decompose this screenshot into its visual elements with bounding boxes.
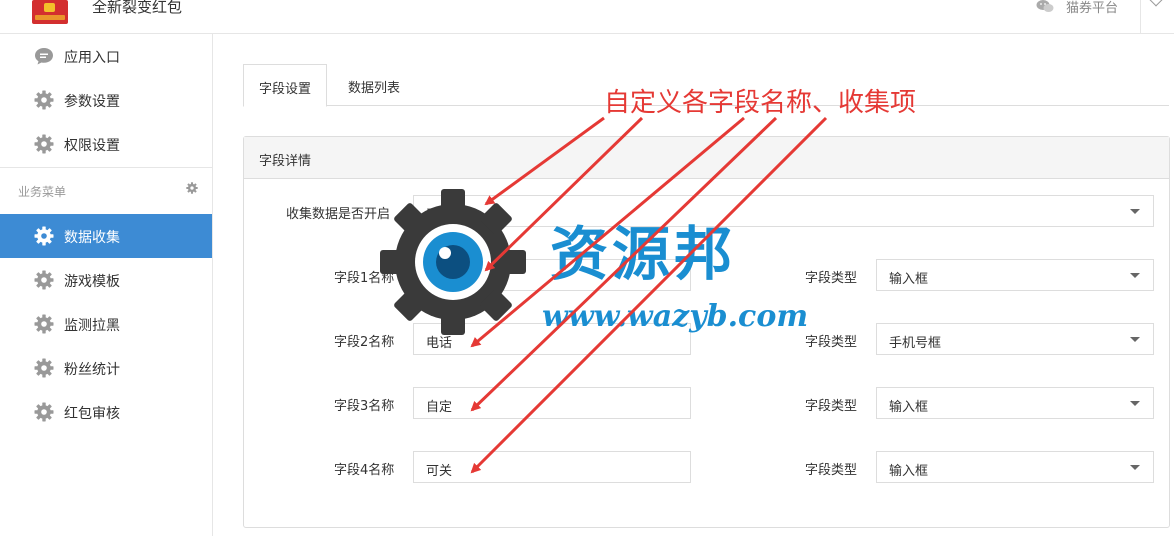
collect-enabled-select[interactable]: 开启 bbox=[413, 195, 1154, 227]
field3-type-label: 字段类型 bbox=[805, 399, 858, 414]
gear-icon[interactable] bbox=[186, 182, 198, 194]
field1-name-label: 字段1名称 bbox=[334, 271, 395, 286]
platform-label: 猫券平台 bbox=[1066, 1, 1119, 16]
field3-type-select[interactable]: 输入框 bbox=[876, 387, 1154, 419]
sidebar-item-game-templates[interactable]: 游戏模板 bbox=[0, 258, 212, 302]
field2-type-label: 字段类型 bbox=[805, 335, 858, 350]
section-title: 业务菜单 bbox=[18, 185, 67, 199]
sidebar-item-label: 监测拉黑 bbox=[64, 318, 120, 334]
tab-field-settings[interactable]: 字段设置 bbox=[243, 64, 328, 107]
field1-type-label: 字段类型 bbox=[805, 271, 858, 286]
app-title: 全新裂变红包 bbox=[92, 0, 183, 16]
sidebar-item-permissions[interactable]: 权限设置 bbox=[0, 122, 212, 166]
gear-icon bbox=[34, 402, 54, 422]
sidebar-item-label: 粉丝统计 bbox=[64, 362, 120, 378]
gear-icon bbox=[34, 270, 54, 290]
sidebar-item-data-collection[interactable]: 数据收集 bbox=[0, 214, 212, 258]
gear-icon bbox=[34, 314, 54, 334]
field2-type-value: 手机号框 bbox=[889, 336, 942, 351]
panel-header: 字段详情 bbox=[244, 137, 1169, 179]
sidebar-item-label: 数据收集 bbox=[64, 230, 120, 246]
field2-name-input[interactable]: 电话 bbox=[413, 323, 691, 355]
field4-type-select[interactable]: 输入框 bbox=[876, 451, 1154, 483]
field2-type-select[interactable]: 手机号框 bbox=[876, 323, 1154, 355]
top-bar: 全新裂变红包 猫券平台 bbox=[0, 0, 1174, 34]
sidebar: 应用入口 参数设置 权限设置 业务菜单 数据收集 游戏模板 监测拉黑 粉丝统计 … bbox=[0, 34, 213, 536]
field4-type-value: 输入框 bbox=[889, 464, 929, 479]
sidebar-item-label: 红包审核 bbox=[64, 406, 120, 422]
field4-name-label: 字段4名称 bbox=[334, 463, 395, 478]
sidebar-item-label: 应用入口 bbox=[64, 50, 120, 66]
panel-title: 字段详情 bbox=[259, 154, 312, 169]
sidebar-item-redpacket-review[interactable]: 红包审核 bbox=[0, 390, 212, 434]
sidebar-item-label: 参数设置 bbox=[64, 94, 120, 110]
caret-down-icon bbox=[1130, 401, 1140, 406]
field3-name-input[interactable]: 自定 bbox=[413, 387, 691, 419]
sidebar-item-label: 游戏模板 bbox=[64, 274, 120, 290]
field2-name-label: 字段2名称 bbox=[334, 335, 395, 350]
wechat-icon bbox=[1036, 0, 1054, 12]
field4-type-label: 字段类型 bbox=[805, 463, 858, 478]
caret-down-icon bbox=[1130, 273, 1140, 278]
sidebar-item-fan-stats[interactable]: 粉丝统计 bbox=[0, 346, 212, 390]
sidebar-item-app-entry[interactable]: 应用入口 bbox=[0, 34, 212, 78]
field1-type-value: 输入框 bbox=[889, 272, 929, 287]
field3-type-value: 输入框 bbox=[889, 400, 929, 415]
top-divider bbox=[1140, 0, 1141, 34]
gear-icon bbox=[34, 358, 54, 378]
tab-bar: 字段设置 数据列表 bbox=[243, 64, 1169, 107]
gear-icon bbox=[34, 134, 54, 154]
chat-bubble-icon bbox=[35, 48, 53, 65]
gear-icon bbox=[34, 90, 54, 110]
chevron-down-icon[interactable] bbox=[1147, 0, 1165, 7]
field1-name-input[interactable]: 姓名 bbox=[413, 259, 691, 291]
caret-down-icon bbox=[1130, 209, 1140, 214]
sidebar-item-blacklist[interactable]: 监测拉黑 bbox=[0, 302, 212, 346]
caret-down-icon bbox=[1130, 337, 1140, 342]
collect-enabled-label: 收集数据是否开启 bbox=[286, 207, 391, 222]
sidebar-item-params[interactable]: 参数设置 bbox=[0, 78, 212, 122]
gear-icon bbox=[34, 226, 54, 246]
red-envelope-logo-icon bbox=[32, 0, 68, 24]
caret-down-icon bbox=[1130, 465, 1140, 470]
sidebar-item-label: 权限设置 bbox=[64, 138, 120, 154]
tab-data-list[interactable]: 数据列表 bbox=[333, 64, 415, 106]
field1-type-select[interactable]: 输入框 bbox=[876, 259, 1154, 291]
section-divider bbox=[0, 167, 212, 168]
collect-enabled-value: 开启 bbox=[426, 208, 453, 223]
field-details-panel: 字段详情 收集数据是否开启 开启 字段1名称 姓名 字段类型 输入框 字段2名称… bbox=[243, 136, 1170, 528]
field3-name-label: 字段3名称 bbox=[334, 399, 395, 414]
field4-name-input[interactable]: 可关 bbox=[413, 451, 691, 483]
